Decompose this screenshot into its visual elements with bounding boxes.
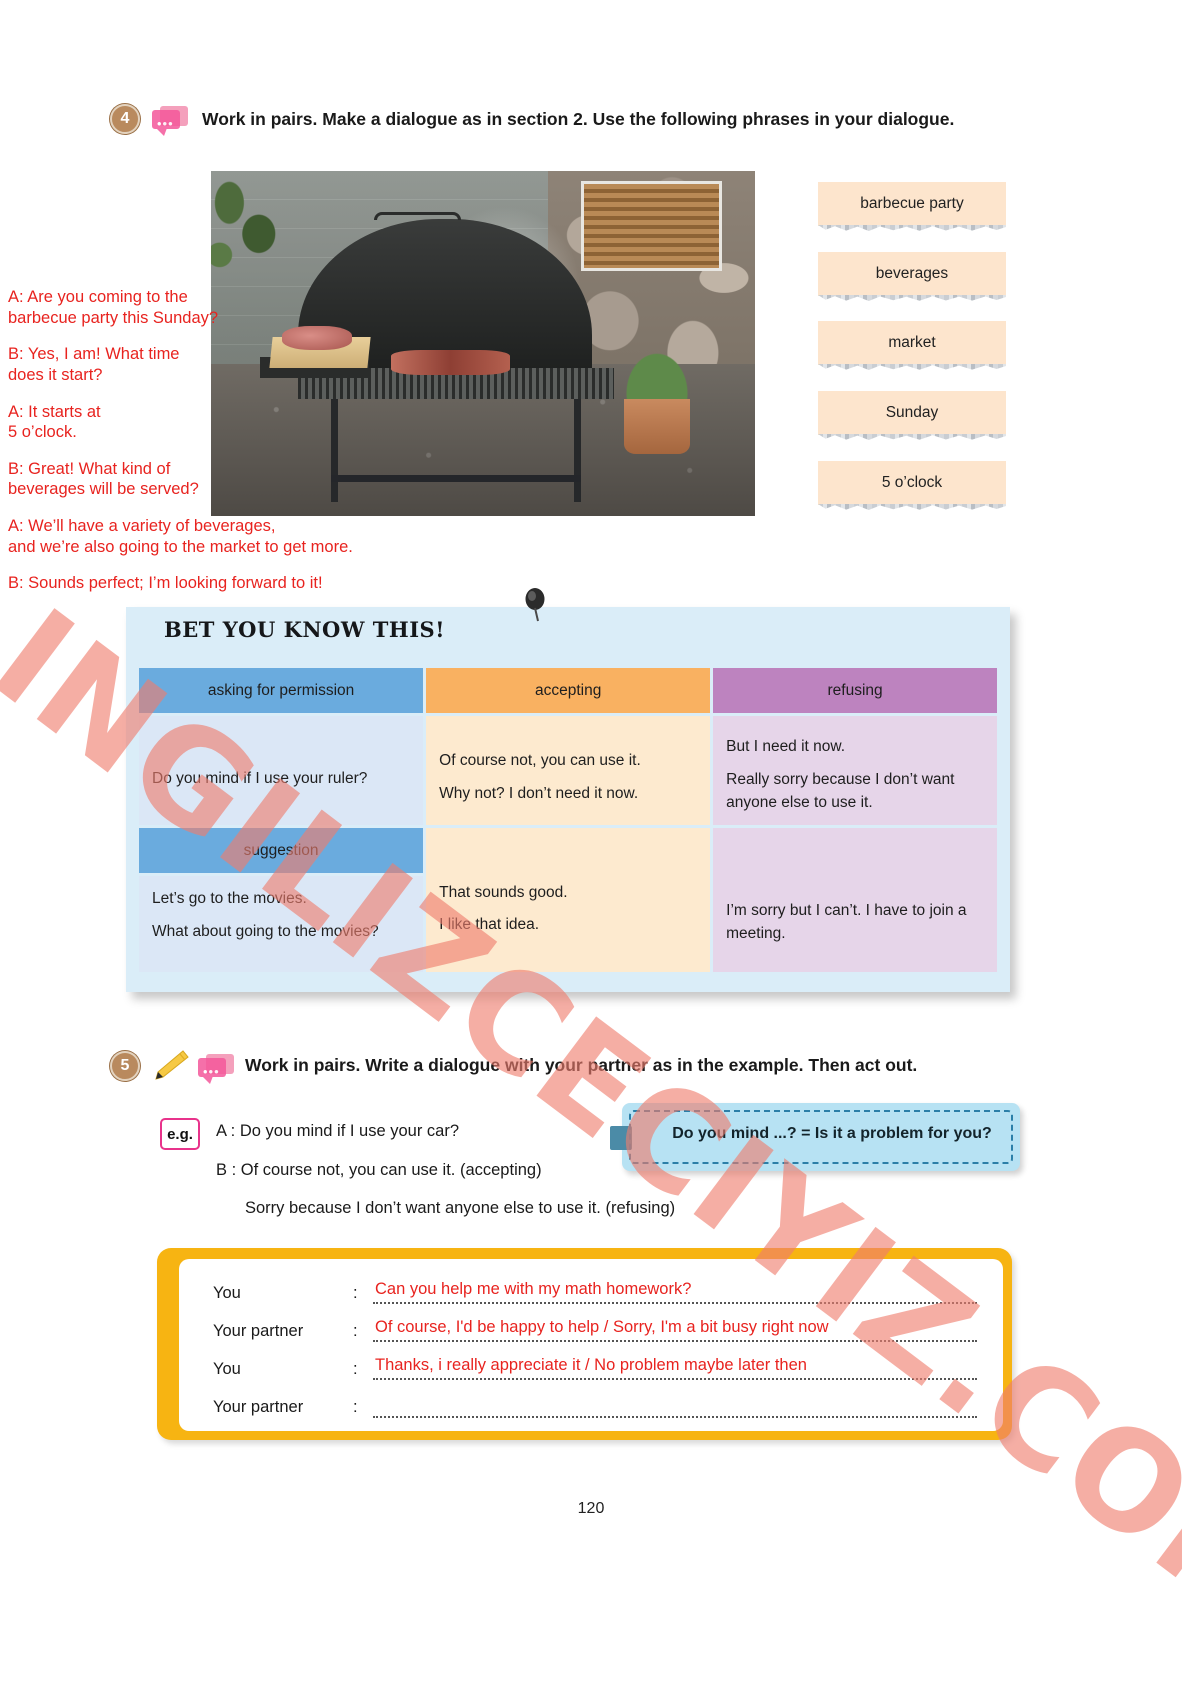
handwritten-dialogue: A: Are you coming to the barbecue party … <box>8 287 438 610</box>
cell-refusing-suggestion: I’m sorry but I can’t. I have to join a … <box>713 828 997 973</box>
answer-row[interactable]: Your partner : <box>213 1389 977 1425</box>
speech-bubble-icon: ••• <box>198 1052 236 1084</box>
bet-panel-title: BET YOU KNOW THIS! <box>164 617 445 642</box>
answer-box: You : Can you help me with my math homew… <box>157 1248 1012 1440</box>
answer-blank-line[interactable]: Of course, I'd be happy to help / Sorry,… <box>373 1318 977 1342</box>
answer-colon: : <box>353 1283 358 1302</box>
cell-accepting-examples: Of course not, you can use it. Why not? … <box>426 716 711 825</box>
dialogue-line: A: It starts at 5 o’clock. <box>8 402 101 442</box>
pushpin-icon <box>525 588 545 622</box>
pencil-icon <box>155 1050 189 1080</box>
word-card-label: beverages <box>875 265 949 282</box>
cell-text: Why not? I don’t need it now. <box>439 784 639 802</box>
cell-suggestion-examples: Let’s go to the movies. What about going… <box>139 876 424 973</box>
header-suggestion: suggestion <box>139 828 424 874</box>
cell-text: What about going to the movies? <box>152 922 379 940</box>
table-subheader-row: suggestion That sounds good. I like that… <box>139 828 997 973</box>
exercise-5-heading: 5 ••• Work in pairs. Write a dialogue wi… <box>110 1049 1040 1084</box>
word-card-label: market <box>888 334 936 351</box>
answer-colon: : <box>353 1397 358 1416</box>
eg-badge: e.g. <box>160 1118 200 1150</box>
answer-text: Thanks, i really appreciate it / No prob… <box>375 1356 807 1374</box>
cell-permission-example: Do you mind if I use your ruler? <box>139 716 424 825</box>
cell-text: But I need it now. <box>726 738 846 756</box>
header-accepting: accepting <box>426 668 711 714</box>
dialogue-line: B: Great! What kind of beverages will be… <box>8 459 199 499</box>
exercise-4-number: 4 <box>110 104 140 134</box>
example-line-b: B : Of course not, you can use it. (acce… <box>216 1161 542 1179</box>
answer-blank-line[interactable] <box>373 1396 977 1418</box>
tip-text: Do you mind ...? = Is it a problem for y… <box>672 1125 992 1142</box>
answer-box-inner: You : Can you help me with my math homew… <box>179 1259 1003 1431</box>
cell-text: Of course not, you can use it. <box>439 752 641 770</box>
answer-row[interactable]: Your partner : Of course, I'd be happy t… <box>213 1313 977 1349</box>
speech-bubble-icon: ••• <box>152 104 190 136</box>
page-number: 120 <box>577 1500 605 1517</box>
word-card-beverages: beverages <box>818 252 1006 301</box>
answer-colon: : <box>353 1321 358 1340</box>
dialogue-line: A: Are you coming to the barbecue party … <box>8 288 219 327</box>
cell-refusing-examples: But I need it now. Really sorry because … <box>713 716 997 825</box>
answer-label: You <box>213 1283 241 1302</box>
dialogue-line: A: We’ll have a variety of beverages, an… <box>8 517 353 556</box>
cell-text: That sounds good. <box>439 884 568 901</box>
word-card-label: 5 o’clock <box>881 474 943 491</box>
header-asking-for-permission: asking for permission <box>139 668 424 714</box>
cell-text: Let’s go to the movies. <box>152 890 307 908</box>
cell-text: I’m sorry but I can’t. I have to join a … <box>726 902 967 943</box>
answer-colon: : <box>353 1359 358 1378</box>
table-header-row: asking for permission accepting refusing <box>139 668 997 714</box>
answer-text: Can you help me with my math homework? <box>375 1280 692 1298</box>
textbook-page: 4 ••• Work in pairs. Make a dialogue as … <box>0 0 1182 1684</box>
exercise-5-number: 5 <box>110 1051 140 1081</box>
word-card-sunday: Sunday <box>818 391 1006 440</box>
answer-row[interactable]: You : Thanks, i really appreciate it / N… <box>213 1351 977 1387</box>
answer-label: You <box>213 1359 241 1378</box>
word-card-barbecue-party: barbecue party <box>818 182 1006 231</box>
exercise-4-instruction: Work in pairs. Make a dialogue as in sec… <box>202 109 955 129</box>
table-row: Do you mind if I use your ruler? Of cour… <box>139 716 997 825</box>
tip-callout: Do you mind ...? = Is it a problem for y… <box>610 1103 1020 1171</box>
answer-blank-line[interactable]: Thanks, i really appreciate it / No prob… <box>373 1356 977 1380</box>
cell-text: Really sorry because I don’t want anyone… <box>726 770 955 811</box>
word-card-label: Sunday <box>885 404 939 421</box>
answer-blank-line[interactable]: Can you help me with my math homework? <box>373 1280 977 1304</box>
word-card-5-oclock: 5 o’clock <box>818 461 1006 510</box>
example-line-a: A : Do you mind if I use your car? <box>216 1122 460 1140</box>
dialogue-line: B: Sounds perfect; I’m looking forward t… <box>8 574 323 593</box>
dialogue-line: B: Yes, I am! What time does it start? <box>8 345 180 384</box>
cell-text: Do you mind if I use your ruler? <box>152 770 368 788</box>
word-card-label: barbecue party <box>860 195 964 212</box>
cell-text: I like that idea. <box>439 916 540 934</box>
permission-phrases-table: asking for permission accepting refusing… <box>136 665 1000 975</box>
header-refusing: refusing <box>713 668 997 714</box>
answer-label: Your partner <box>213 1397 304 1416</box>
answer-row[interactable]: You : Can you help me with my math homew… <box>213 1275 977 1311</box>
word-card-market: market <box>818 321 1006 370</box>
cell-accepting-suggestion: That sounds good. I like that idea. <box>426 828 711 973</box>
answer-text: Of course, I'd be happy to help / Sorry,… <box>375 1318 829 1336</box>
exercise-5-instruction: Work in pairs. Write a dialogue with you… <box>245 1055 918 1076</box>
exercise-4-heading: 4 ••• Work in pairs. Make a dialogue as … <box>110 104 1030 136</box>
example-line-refusing: Sorry because I don’t want anyone else t… <box>245 1199 676 1217</box>
answer-label: Your partner <box>213 1321 304 1340</box>
